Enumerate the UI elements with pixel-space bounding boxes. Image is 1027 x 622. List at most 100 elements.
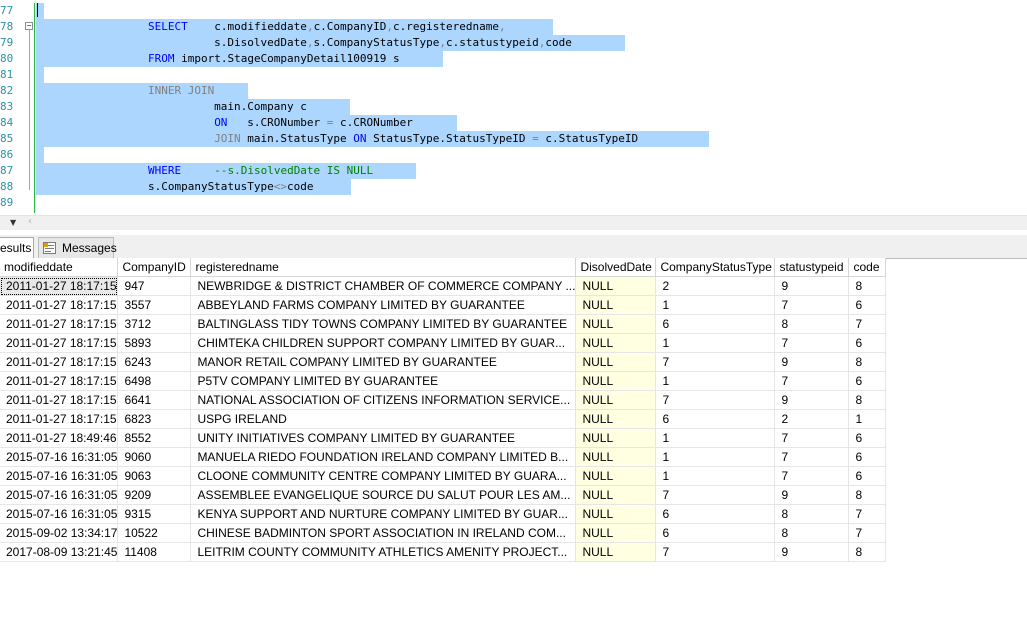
table-cell[interactable]: 6 — [848, 333, 887, 353]
table-cell[interactable]: 9 — [774, 390, 850, 410]
table-cell[interactable]: 11408 — [117, 542, 192, 562]
table-cell[interactable]: 2017-08-09 13:21:45 — [0, 542, 119, 562]
table-cell[interactable]: 9063 — [117, 466, 192, 486]
results-grid[interactable]: modifieddate CompanyID registeredname Disol… — [0, 258, 887, 562]
table-cell[interactable]: 1 — [655, 466, 776, 486]
table-row[interactable]: 2011-01-27 18:49:46 8552 UNITY INITIATIVES… — [0, 428, 887, 448]
table-cell[interactable]: 8 — [848, 390, 887, 410]
table-cell[interactable]: 9 — [774, 542, 850, 562]
table-cell[interactable]: 2015-07-16 16:31:05 — [0, 504, 119, 524]
table-cell[interactable]: USPG IRELAND — [190, 409, 577, 429]
column-header[interactable]: code — [848, 258, 887, 277]
table-cell[interactable]: 2011-01-27 18:49:46 — [0, 428, 119, 448]
code-line[interactable]: 83 main.Company c — [0, 99, 1027, 115]
table-cell[interactable]: NULL — [575, 542, 657, 562]
code-line[interactable]: 88 s.CompanyStatusType<>code — [0, 179, 1027, 195]
table-cell[interactable]: MANUELA RIEDO FOUNDATION IRELAND COMPANY… — [190, 447, 577, 467]
table-row[interactable]: 2015-07-16 16:31:05 9063 CLOONE COMMUNITY … — [0, 466, 887, 486]
table-row[interactable]: 2011-01-27 18:17:15 3712 BALTINGLASS TIDY … — [0, 314, 887, 334]
table-cell[interactable]: 2015-07-16 16:31:05 — [0, 485, 119, 505]
table-cell[interactable]: 7 — [848, 523, 887, 543]
code-line[interactable]: 87 WHERE --s.DisolvedDate IS NULL — [0, 163, 1027, 179]
table-cell[interactable]: NULL — [575, 523, 657, 543]
table-cell[interactable]: 2 — [655, 276, 776, 296]
editor-horizontal-scrollbar[interactable]: ▼ ‹ — [0, 215, 1027, 230]
table-cell[interactable]: 7 — [774, 428, 850, 448]
table-cell[interactable]: 8 — [848, 542, 887, 562]
table-cell[interactable]: 2011-01-27 18:17:15 — [0, 390, 119, 410]
table-row[interactable]: 2011-01-27 18:17:15 6641 NATIONAL ASSOCIAT… — [0, 390, 887, 410]
code-line[interactable]: 78 SELECT c.modifieddate,c.CompanyID,c.r… — [0, 19, 1027, 35]
table-cell[interactable]: 6498 — [117, 371, 192, 391]
table-cell[interactable]: CLOONE COMMUNITY CENTRE COMPANY LIMITED … — [190, 466, 577, 486]
table-cell[interactable]: P5TV COMPANY LIMITED BY GUARANTEE — [190, 371, 577, 391]
table-cell[interactable]: 947 — [117, 276, 192, 296]
table-cell[interactable]: NULL — [575, 371, 657, 391]
table-row[interactable]: 2015-07-16 16:31:05 9060 MANUELA RIEDO FOU… — [0, 447, 887, 467]
table-cell[interactable]: 2015-09-02 13:34:17 — [0, 523, 119, 543]
table-cell[interactable]: LEITRIM COUNTY COMMUNITY ATHLETICS AMENI… — [190, 542, 577, 562]
table-cell[interactable]: 2011-01-27 18:17:15 — [0, 333, 119, 353]
table-cell[interactable]: 7 — [655, 390, 776, 410]
table-cell[interactable]: 7 — [774, 371, 850, 391]
table-cell[interactable]: 6 — [848, 466, 887, 486]
code-line[interactable]: 85 JOIN main.StatusType ON StatusType.St… — [0, 131, 1027, 147]
table-cell[interactable]: 7 — [774, 447, 850, 467]
table-cell[interactable]: 9 — [774, 352, 850, 372]
table-cell[interactable]: 8 — [774, 523, 850, 543]
table-cell[interactable]: NULL — [575, 447, 657, 467]
table-cell[interactable]: 7 — [655, 542, 776, 562]
table-row[interactable]: 2011-01-27 18:17:15 5893 CHIMTEKA CHILDREN… — [0, 333, 887, 353]
table-cell[interactable]: NULL — [575, 276, 657, 296]
table-cell[interactable]: 6 — [848, 428, 887, 448]
code-line[interactable]: 89 — [0, 195, 1027, 211]
column-header[interactable]: CompanyStatusType — [655, 258, 776, 277]
table-cell[interactable]: NEWBRIDGE & DISTRICT CHAMBER OF COMMERCE… — [190, 276, 577, 296]
table-row[interactable]: 2011-01-27 18:17:15 6243 MANOR RETAIL COMP… — [0, 352, 887, 372]
table-cell[interactable]: 6 — [655, 409, 776, 429]
table-row[interactable]: 2015-09-02 13:34:17 10522 CHINESE BADMINTO… — [0, 523, 887, 543]
table-cell[interactable]: 9060 — [117, 447, 192, 467]
code-line[interactable]: 82 INNER JOIN — [0, 83, 1027, 99]
table-cell[interactable]: 1 — [655, 447, 776, 467]
table-cell[interactable]: 6 — [848, 447, 887, 467]
code-line[interactable]: 81 — [0, 67, 1027, 83]
scroll-left-icon[interactable]: ‹ — [28, 216, 32, 227]
table-cell[interactable]: NULL — [575, 485, 657, 505]
table-cell[interactable]: 6641 — [117, 390, 192, 410]
table-cell[interactable]: 2011-01-27 18:17:15 — [0, 295, 119, 315]
table-cell[interactable]: 8552 — [117, 428, 192, 448]
table-cell[interactable]: ABBEYLAND FARMS COMPANY LIMITED BY GUARA… — [190, 295, 577, 315]
tab-messages[interactable]: Messages — [38, 237, 117, 258]
table-cell[interactable]: MANOR RETAIL COMPANY LIMITED BY GUARANTE… — [190, 352, 577, 372]
tab-results[interactable]: esults — [0, 237, 34, 258]
table-row[interactable]: 2015-07-16 16:31:05 9209 ASSEMBLEE EVANGEL… — [0, 485, 887, 505]
table-cell[interactable]: 8 — [774, 504, 850, 524]
table-row[interactable]: 2015-07-16 16:31:05 9315 KENYA SUPPORT AND… — [0, 504, 887, 524]
table-cell[interactable]: NULL — [575, 352, 657, 372]
table-cell[interactable]: 8 — [774, 314, 850, 334]
dropdown-arrow-icon[interactable]: ▼ — [10, 218, 16, 227]
table-cell[interactable]: 10522 — [117, 523, 192, 543]
table-cell[interactable]: NATIONAL ASSOCIATION OF CITIZENS INFORMA… — [190, 390, 577, 410]
table-cell[interactable]: NULL — [575, 428, 657, 448]
table-cell[interactable]: BALTINGLASS TIDY TOWNS COMPANY LIMITED B… — [190, 314, 577, 334]
table-cell[interactable]: 6 — [655, 523, 776, 543]
code-line[interactable]: 86 — [0, 147, 1027, 163]
table-cell[interactable]: 7 — [655, 485, 776, 505]
code-line[interactable]: 84 ON s.CRONumber = c.CRONumber — [0, 115, 1027, 131]
table-cell[interactable]: 1 — [848, 409, 887, 429]
code-line[interactable]: 80 FROM import.StageCompanyDetail100919 … — [0, 51, 1027, 67]
table-cell[interactable]: CHINESE BADMINTON SPORT ASSOCIATION IN I… — [190, 523, 577, 543]
table-cell[interactable]: 3712 — [117, 314, 192, 334]
code-line[interactable]: 77 — [0, 3, 1027, 19]
table-cell[interactable]: 7 — [848, 314, 887, 334]
table-cell[interactable]: UNITY INITIATIVES COMPANY LIMITED BY GUA… — [190, 428, 577, 448]
column-header[interactable]: registeredname — [190, 258, 577, 277]
table-cell[interactable]: NULL — [575, 295, 657, 315]
code-line[interactable]: 79 s.DisolvedDate,s.CompanyStatusType,c.… — [0, 35, 1027, 51]
table-cell[interactable]: 9315 — [117, 504, 192, 524]
table-cell[interactable]: KENYA SUPPORT AND NURTURE COMPANY LIMITE… — [190, 504, 577, 524]
table-cell[interactable]: 8 — [848, 485, 887, 505]
table-cell[interactable]: 8 — [848, 352, 887, 372]
